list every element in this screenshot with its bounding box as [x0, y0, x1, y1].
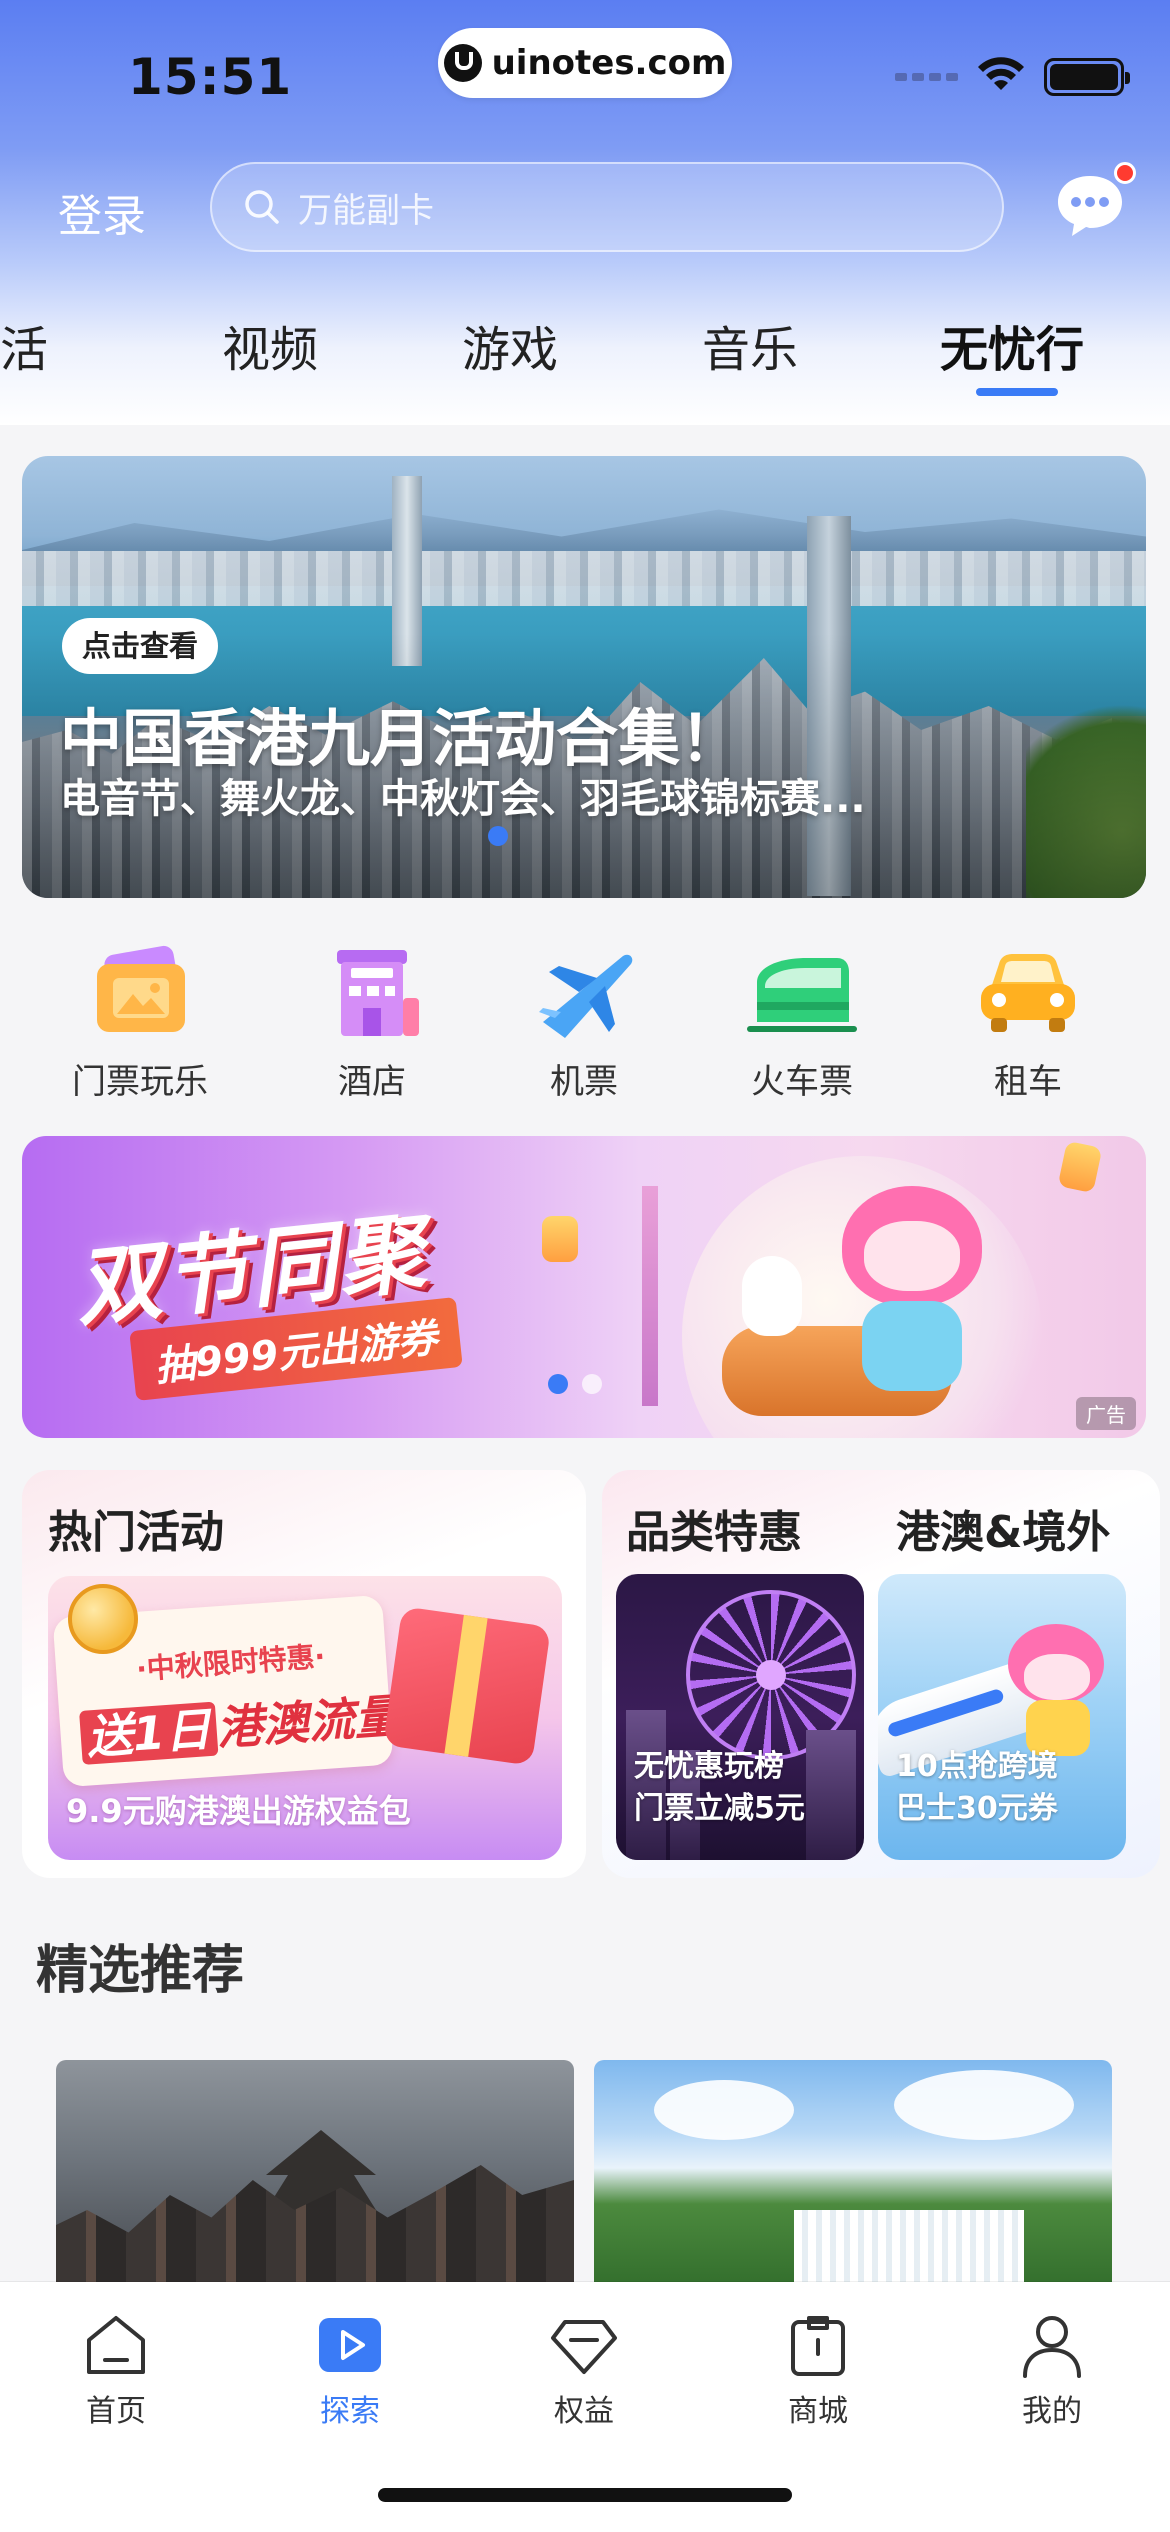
- car-icon: [973, 942, 1083, 1042]
- tabbar-profile[interactable]: 我的: [972, 2310, 1132, 2430]
- tab-music[interactable]: 音乐: [702, 310, 798, 380]
- promo-sub-amount: 999元: [192, 1327, 321, 1387]
- category-label: 火车票: [751, 1062, 853, 1102]
- tabbar-mall[interactable]: 商城: [738, 2310, 898, 2430]
- recommend-item-waterfall[interactable]: [594, 2060, 1112, 2300]
- recommend-item-ancient-town[interactable]: [56, 2060, 574, 2300]
- url-pill: uinotes.com: [438, 28, 732, 98]
- unread-badge: [1114, 162, 1136, 184]
- coin-icon: [68, 1584, 138, 1654]
- promo-sub-suffix: 出游券: [315, 1315, 440, 1374]
- tabbar-home[interactable]: 首页: [36, 2310, 196, 2430]
- tabbar-benefits[interactable]: 权益: [504, 2310, 664, 2430]
- service-categories: 门票玩乐 酒店 机票 火车票 租车: [0, 942, 1170, 1112]
- tab-wuyouxing[interactable]: 无忧行: [940, 310, 1084, 380]
- airplane-icon: [529, 942, 639, 1042]
- explore-play-icon: [315, 2310, 385, 2380]
- category-label: 租车: [994, 1062, 1062, 1102]
- deal-caption: 无忧惠玩榜 门票立减5元: [634, 1749, 805, 1826]
- search-placeholder: 万能副卡: [298, 190, 434, 231]
- hotel-icon: [317, 942, 427, 1042]
- lantern-icon: [1057, 1140, 1103, 1194]
- promo-banner[interactable]: 双节同聚 抽999元出游券 广告: [22, 1136, 1146, 1438]
- tab-video[interactable]: 视频: [222, 310, 318, 380]
- hero-banner[interactable]: 点击查看 中国香港九月活动合集！ 电音节、舞火龙、中秋灯会、羽毛球锦标赛...: [22, 456, 1146, 898]
- mascot-illustration: [822, 1176, 1002, 1406]
- train-icon: [747, 942, 857, 1042]
- recommend-title: 精选推荐: [36, 1941, 245, 2001]
- category-tabs: 生活 视频 游戏 音乐 无忧行: [0, 310, 1170, 400]
- hero-view-button[interactable]: 点击查看: [62, 618, 219, 674]
- category-label: 门票玩乐: [72, 1062, 208, 1102]
- category-label: 机票: [550, 1062, 618, 1102]
- mascot-illustration: [1008, 1624, 1108, 1756]
- category-car-rental[interactable]: 租车: [928, 942, 1128, 1103]
- carousel-dots: [548, 1374, 602, 1394]
- tab-games[interactable]: 游戏: [462, 310, 558, 380]
- scroll-main-text: 送1日港澳流量: [78, 1680, 402, 1768]
- search-input[interactable]: 万能副卡: [210, 162, 1004, 252]
- active-tab-indicator: [976, 388, 1058, 396]
- category-deals-title[interactable]: 品类特惠: [626, 1496, 802, 1560]
- hot-activity-caption: 9.9元购港澳出游权益包: [66, 1792, 411, 1830]
- category-flight[interactable]: 机票: [484, 942, 684, 1103]
- ticket-icon: [85, 942, 195, 1042]
- tabbar-explore[interactable]: 探索: [270, 2310, 430, 2430]
- hot-activity-title: 热门活动: [48, 1507, 224, 1558]
- category-tickets[interactable]: 门票玩乐: [40, 942, 240, 1103]
- deal-card-tickets[interactable]: 无忧惠玩榜 门票立减5元: [616, 1574, 864, 1860]
- deals-card: 品类特惠 港澳&境外 无忧惠玩榜 门票立减5元 10点抢跨境 巴士30元券: [602, 1470, 1160, 1878]
- category-train[interactable]: 火车票: [702, 942, 902, 1103]
- promo-sub-prefix: 抽: [152, 1340, 198, 1391]
- tower-decoration: [642, 1186, 658, 1406]
- gift-box-icon: [382, 1606, 552, 1766]
- ad-tag: 广告: [1076, 1397, 1136, 1430]
- home-icon: [81, 2310, 151, 2380]
- diamond-icon: [549, 2310, 619, 2380]
- hot-activity-card: 热门活动 ·中秋限时特惠· 送1日港澳流量 9.9元购港澳出游权益包: [22, 1470, 586, 1878]
- tab-life[interactable]: 生活: [0, 310, 48, 380]
- carousel-dot-active: [488, 826, 508, 846]
- status-time: 15:51: [128, 48, 293, 106]
- hk-macau-abroad-title[interactable]: 港澳&境外: [896, 1496, 1110, 1560]
- lantern-icon: [542, 1216, 578, 1262]
- bunny-decoration: [742, 1256, 802, 1336]
- hot-activity-banner[interactable]: ·中秋限时特惠· 送1日港澳流量 9.9元购港澳出游权益包: [48, 1576, 562, 1860]
- deal-card-bus[interactable]: 10点抢跨境 巴士30元券: [878, 1574, 1126, 1860]
- header: 15:51 uinotes.com 登录 万能副卡 生活 视频 游戏 音乐 无忧…: [0, 0, 1170, 425]
- cellular-signal-icon: [895, 73, 958, 81]
- deal-caption: 10点抢跨境 巴士30元券: [896, 1749, 1058, 1826]
- url-text: uinotes.com: [491, 43, 727, 83]
- login-link[interactable]: 登录: [58, 180, 146, 244]
- scroll-top-text: ·中秋限时特惠·: [135, 1639, 327, 1686]
- search-icon: [242, 187, 282, 227]
- message-button[interactable]: [1052, 162, 1136, 240]
- category-hotel[interactable]: 酒店: [272, 942, 472, 1103]
- battery-icon: [1044, 58, 1130, 96]
- hero-title: 中国香港九月活动合集！: [60, 702, 743, 775]
- user-icon: [1017, 2310, 1087, 2380]
- site-logo-icon: [443, 44, 482, 82]
- status-indicators: [895, 56, 1130, 98]
- shopping-bag-icon: [783, 2310, 853, 2380]
- home-indicator: [378, 2488, 792, 2502]
- category-label: 酒店: [338, 1062, 406, 1102]
- wifi-icon: [976, 56, 1026, 98]
- hero-subtitle: 电音节、舞火龙、中秋灯会、羽毛球锦标赛...: [60, 776, 866, 822]
